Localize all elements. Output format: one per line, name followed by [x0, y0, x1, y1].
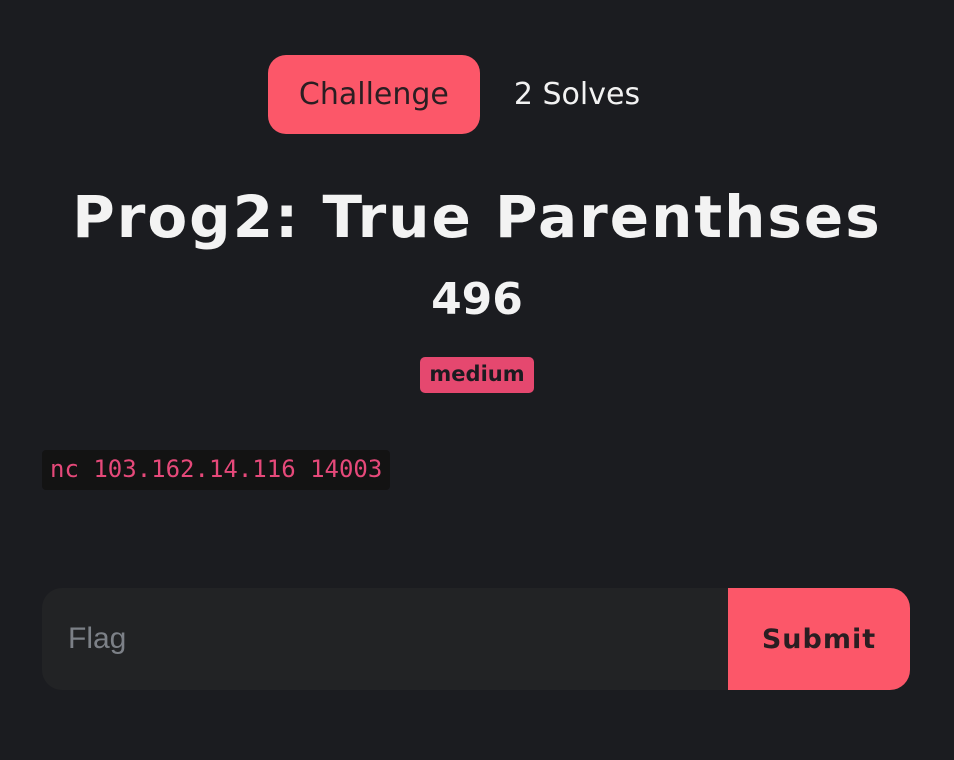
difficulty-tag: medium — [420, 357, 534, 393]
flag-submit-form: Submit — [42, 588, 910, 690]
connection-command: nc 103.162.14.116 14003 — [42, 450, 391, 490]
challenge-modal: Challenge 2 Solves Prog2: True Parenthse… — [0, 0, 954, 760]
flag-input[interactable] — [42, 588, 728, 690]
challenge-description: nc 103.162.14.116 14003 — [42, 450, 391, 490]
challenge-points: 496 — [431, 274, 523, 325]
challenge-title: Prog2: True Parenthses — [72, 183, 882, 251]
tab-solves[interactable]: 2 Solves — [480, 55, 674, 134]
modal-tabs: Challenge 2 Solves — [0, 55, 954, 134]
submit-button[interactable]: Submit — [728, 588, 910, 690]
challenge-tags: medium — [0, 357, 954, 393]
tab-challenge[interactable]: Challenge — [267, 55, 480, 134]
